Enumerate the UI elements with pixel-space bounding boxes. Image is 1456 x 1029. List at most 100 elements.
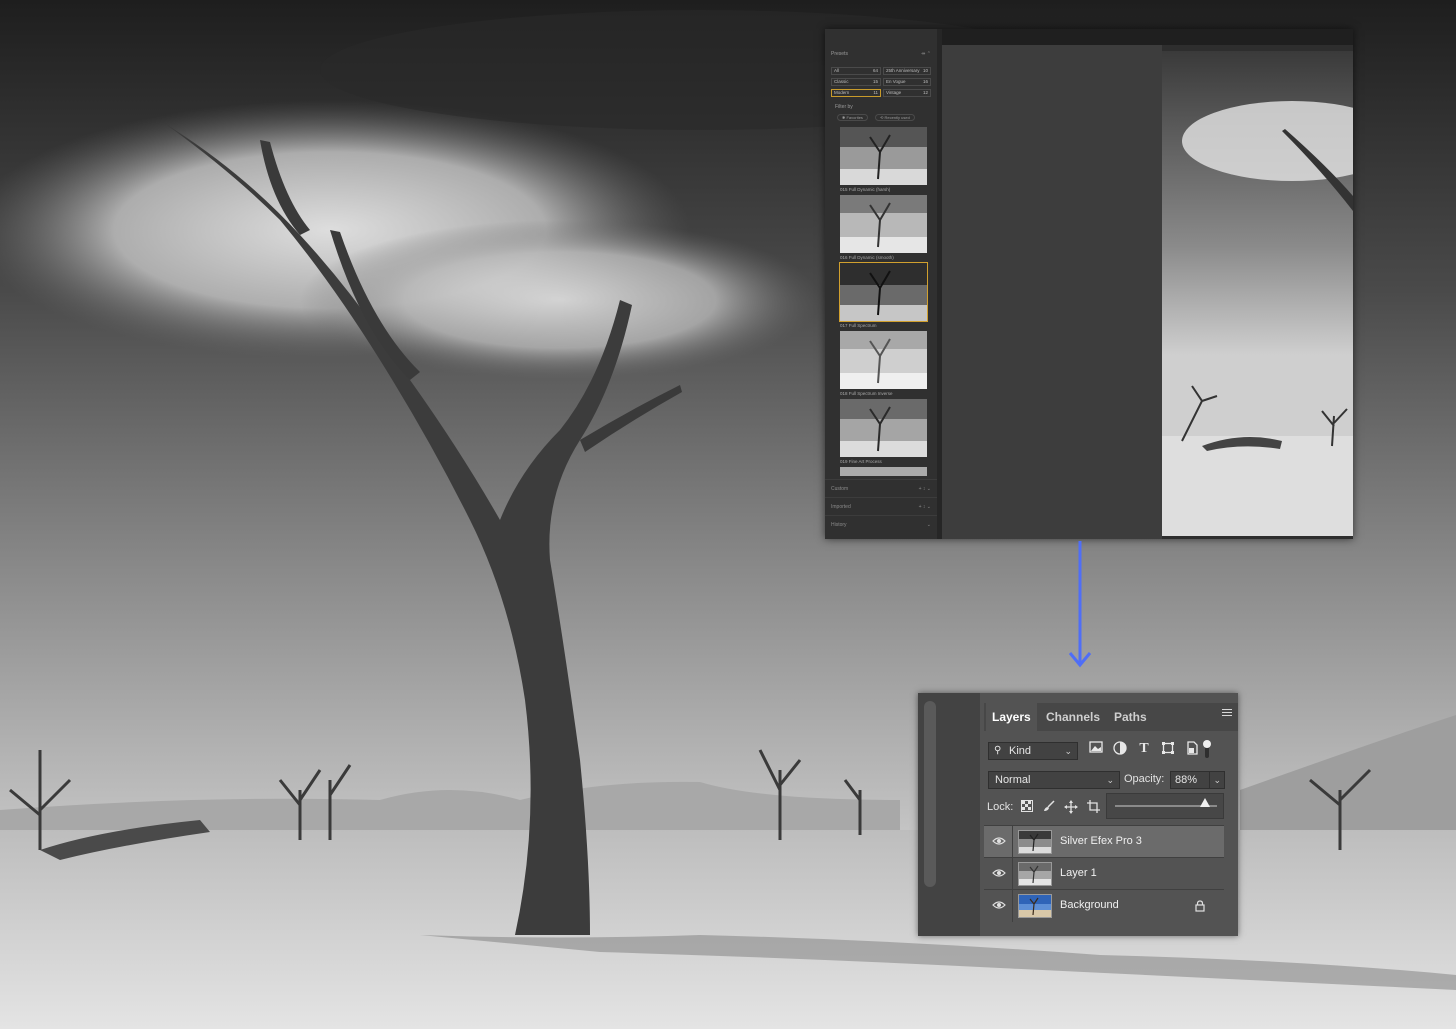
preset-preview-image: [840, 195, 927, 253]
visibility-eye-icon[interactable]: [992, 836, 1006, 848]
panel-tabs: Layers Channels Paths: [984, 703, 1238, 731]
layer-filter-kind-select[interactable]: ⚲ Kind ⌄: [988, 742, 1078, 760]
preset-thumbnail[interactable]: 018 Full Spectrum Inverse: [840, 331, 927, 396]
filter-kind-label: Kind: [1009, 745, 1032, 757]
category-label: Vintage: [886, 90, 902, 95]
presets-collapse-icon[interactable]: ⇹ ⌃: [921, 51, 931, 57]
preset-preview-image: [840, 127, 927, 185]
canvas-area: [942, 45, 1162, 539]
opacity-slider-popup: [1106, 793, 1224, 819]
layer-name: Layer 1: [1060, 867, 1097, 879]
panel-rail: [918, 693, 980, 936]
presets-title: Presets: [831, 51, 848, 57]
section-title: Custom: [831, 486, 849, 492]
image-preview: [1162, 51, 1353, 536]
section-title: Imported: [831, 504, 851, 510]
category-count: 12: [922, 90, 928, 95]
visibility-eye-icon[interactable]: [992, 868, 1006, 880]
chevron-down-icon: ⌄: [1213, 775, 1221, 785]
lock-transparency-icon[interactable]: [1020, 800, 1034, 814]
preset-preview-image: [840, 331, 927, 389]
section-controls-icon[interactable]: + ↕ ⌄: [919, 504, 931, 510]
preset-preview-image: [839, 262, 928, 322]
layer-row-layer-1[interactable]: Layer 1: [984, 857, 1224, 890]
shape-filter-icon[interactable]: [1160, 741, 1176, 757]
category-label: Modern: [834, 90, 850, 95]
opacity-value: 88%: [1175, 774, 1198, 786]
blend-mode-select[interactable]: Normal ⌄: [988, 771, 1120, 789]
preset-thumbnail[interactable]: 019 Fine Art Process: [840, 399, 927, 464]
category-25th-anniversary[interactable]: 25th Anniversary 10: [883, 67, 931, 75]
chevron-down-icon: ⌄: [1064, 746, 1072, 756]
category-vintage[interactable]: Vintage 12: [883, 89, 931, 97]
category-count: 10: [922, 68, 928, 73]
preset-thumbnail[interactable]: 015 Full Dynamic (harsh): [840, 127, 927, 192]
lock-position-icon[interactable]: [1064, 800, 1078, 814]
imported-section[interactable]: Imported + ↕ ⌄: [825, 497, 937, 516]
layer-thumbnail: [1018, 894, 1052, 918]
adjustment-filter-icon[interactable]: [1112, 741, 1128, 757]
smart-object-filter-icon[interactable]: [1184, 741, 1200, 757]
preset-label: 018 Full Spectrum Inverse: [840, 391, 893, 396]
category-count: 16: [922, 79, 928, 84]
category-en-vogue[interactable]: En Vogue 16: [883, 78, 931, 86]
type-filter-icon[interactable]: T: [1136, 741, 1152, 757]
filter-label: Filter by: [835, 104, 853, 110]
section-controls-icon[interactable]: + ↕ ⌄: [919, 486, 931, 492]
preset-label: 016 Full Dynamic (smooth): [840, 255, 894, 260]
opacity-slider-knob[interactable]: [1199, 798, 1210, 807]
category-modern[interactable]: Modern 11: [831, 89, 881, 97]
layers-panel-body: Layers Channels Paths ⚲ Kind ⌄ T Normal …: [984, 693, 1238, 936]
layer-row-silver-efex-pro-3[interactable]: Silver Efex Pro 3: [984, 825, 1224, 858]
category-label: En Vogue: [886, 79, 906, 84]
section-title: History: [831, 522, 847, 528]
search-icon: ⚲: [994, 745, 1002, 756]
category-count: 64: [872, 68, 878, 73]
lock-icon[interactable]: [1194, 900, 1206, 912]
visibility-eye-icon[interactable]: [992, 900, 1006, 912]
category-label: All: [834, 68, 840, 73]
category-count: 15: [872, 79, 878, 84]
history-section[interactable]: History ⌄: [825, 515, 937, 534]
blend-mode-value: Normal: [995, 774, 1031, 786]
opacity-dropdown-button[interactable]: ⌄: [1209, 771, 1225, 789]
opacity-input[interactable]: 88%: [1170, 771, 1210, 789]
panel-scroll-rail[interactable]: [924, 701, 936, 887]
tab-layers[interactable]: Layers: [986, 703, 1037, 731]
preset-preview-image: [840, 399, 927, 457]
row-divider: [1012, 826, 1013, 858]
lock-label: Lock:: [987, 801, 1014, 813]
category-label: 25th Anniversary: [886, 68, 920, 73]
preset-thumbnail-partial[interactable]: [840, 467, 927, 476]
row-divider: [1012, 858, 1013, 890]
filter-toggle-icon[interactable]: [1202, 739, 1212, 758]
tab-channels[interactable]: Channels: [1040, 703, 1106, 731]
chevron-down-icon: ⌄: [1106, 775, 1114, 785]
layer-thumbnail: [1018, 830, 1052, 854]
category-label: Classic: [834, 79, 849, 84]
lock-artboard-icon[interactable]: [1086, 800, 1100, 814]
preset-thumbnail[interactable]: 016 Full Dynamic (smooth): [840, 195, 927, 260]
category-classic[interactable]: Classic 15: [831, 78, 881, 86]
down-arrow-icon: [1068, 541, 1092, 668]
tab-paths[interactable]: Paths: [1108, 703, 1153, 731]
silver-efex-window: Presets ⇹ ⌃ All 64 25th Anniversary 10 C…: [825, 29, 1353, 539]
recently-used-filter-chip[interactable]: ⟲ Recently used: [875, 114, 915, 121]
opacity-label: Opacity:: [1124, 773, 1165, 785]
layer-name: Background: [1060, 899, 1119, 911]
category-count: 11: [873, 90, 878, 95]
category-all[interactable]: All 64: [831, 67, 881, 75]
preset-label: 015 Full Dynamic (harsh): [840, 187, 891, 192]
panel-menu-icon[interactable]: [1222, 709, 1232, 718]
layer-thumbnail: [1018, 862, 1052, 886]
presets-sidebar: Presets ⇹ ⌃ All 64 25th Anniversary 10 C…: [825, 29, 937, 539]
image-filter-icon[interactable]: [1088, 741, 1104, 757]
preset-label: 017 Full Spectrum: [840, 323, 877, 328]
layers-panel: Layers Channels Paths ⚲ Kind ⌄ T Normal …: [918, 693, 1238, 936]
preset-thumbnail-selected[interactable]: 017 Full Spectrum: [839, 262, 928, 328]
section-controls-icon[interactable]: ⌄: [927, 522, 931, 528]
custom-section[interactable]: Custom + ↕ ⌄: [825, 479, 937, 498]
lock-paint-icon[interactable]: [1042, 800, 1056, 814]
favorites-filter-chip[interactable]: ✱ Favorites: [837, 114, 868, 121]
layer-row-background[interactable]: Background: [984, 889, 1224, 922]
